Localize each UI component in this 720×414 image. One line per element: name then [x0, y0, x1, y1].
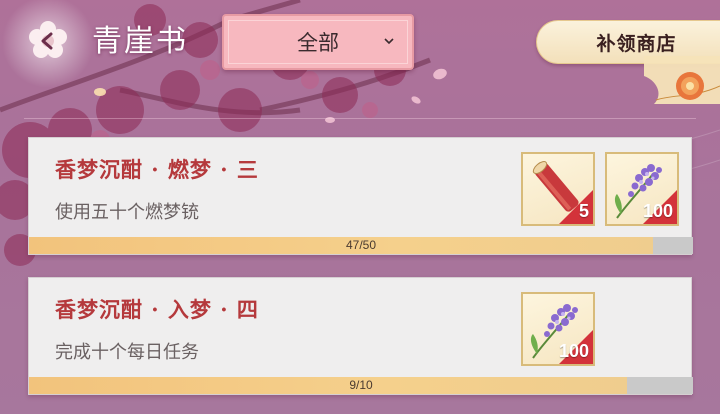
category-filter-dropdown[interactable]: 全部 — [222, 14, 414, 70]
page-title: 青崖书 — [92, 24, 188, 59]
shop-button-label: 补领商店 — [596, 32, 677, 55]
task-card[interactable]: 香梦沉酣 · 燃梦 · 三 使用五十个燃梦铳 5 100 47/50 — [28, 137, 693, 255]
reward-item[interactable]: 100 — [605, 152, 679, 226]
task-progress-bar: 9/10 — [29, 377, 693, 394]
task-title: 香梦沉酣 · 燃梦 · 三 — [55, 157, 259, 182]
progress-text: 47/50 — [345, 238, 377, 252]
filter-selected-value: 全部 — [297, 32, 339, 55]
task-progress-bar: 47/50 — [29, 237, 693, 254]
header-divider — [24, 118, 696, 119]
reward-item[interactable]: 100 — [521, 292, 595, 366]
task-card[interactable]: 香梦沉酣 · 入梦 · 四 完成十个每日任务 100 9/10 — [28, 277, 693, 395]
reward-count: 5 — [578, 201, 589, 221]
task-title: 香梦沉酣 · 入梦 · 四 — [55, 297, 259, 322]
task-description: 完成十个每日任务 — [55, 342, 199, 363]
back-arrow-icon — [29, 21, 67, 58]
task-description: 使用五十个燃梦铳 — [55, 202, 199, 223]
back-button[interactable] — [22, 18, 74, 64]
fan-ornament-icon — [644, 56, 720, 104]
reward-count: 100 — [558, 341, 589, 361]
progress-text: 9/10 — [349, 378, 373, 392]
reward-count: 100 — [642, 201, 673, 221]
reward-item[interactable]: 5 — [521, 152, 595, 226]
chevron-down-icon — [384, 38, 394, 45]
